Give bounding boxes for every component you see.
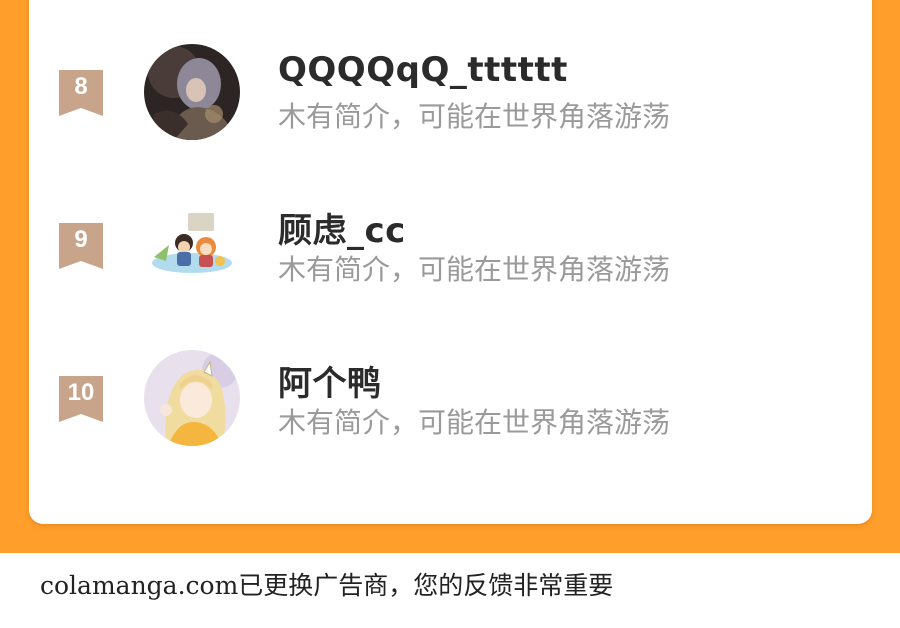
ranking-row[interactable]: 10 阿个鸭 木有简介，可能在世界角落游荡 (29, 350, 872, 450)
site-notice: colamanga.com已更换广告商，您的反馈非常重要 (40, 571, 614, 600)
ranking-row[interactable]: 9 顾虑_cc 木有简介，可能在世界角落游荡 (29, 197, 872, 297)
avatar[interactable] (144, 350, 240, 446)
user-name[interactable]: 阿个鸭 (278, 356, 382, 405)
user-bio: 木有简介，可能在世界角落游荡 (278, 406, 671, 439)
rank-number: 8 (74, 73, 88, 100)
avatar[interactable] (144, 44, 240, 140)
rank-number: 9 (74, 226, 88, 253)
user-name[interactable]: QQQQqQ_tttttt (278, 50, 568, 90)
user-name[interactable]: 顾虑_cc (278, 203, 406, 252)
user-bio: 木有简介，可能在世界角落游荡 (278, 100, 671, 133)
rank-badge: 8 (59, 70, 103, 116)
ranking-row[interactable]: 8 QQQQqQ_tttttt 木有简介，可能在世界角落游荡 (29, 44, 872, 144)
ranking-card: 8 QQQQqQ_tttttt 木有简介，可能在世界角落游荡 9 顾虑_cc 木… (29, 0, 872, 524)
rank-badge: 10 (59, 376, 103, 422)
rank-badge: 9 (59, 223, 103, 269)
avatar[interactable] (144, 197, 240, 293)
rank-number: 10 (67, 379, 95, 406)
user-bio: 木有简介，可能在世界角落游荡 (278, 253, 671, 286)
